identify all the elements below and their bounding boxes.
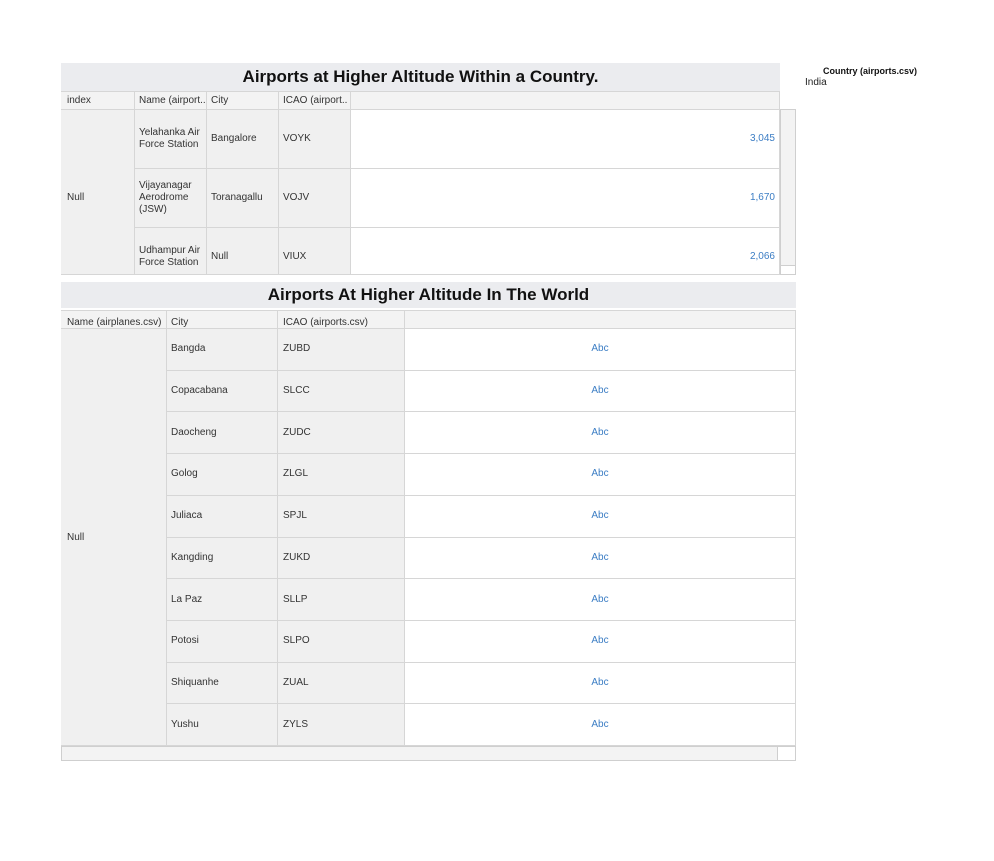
table2-cell-city: La Paz [171,593,203,605]
table2-cell-value[interactable]: Abc [405,662,795,704]
table2-cell-icao: ZUKD [283,551,311,563]
table2-cell-icao: ZUDC [283,426,311,438]
table1-cell-name: Vijayanagar Aerodrome (JSW) [139,179,192,215]
table1-header-city[interactable]: City [211,95,279,106]
table2-cell-city: Golog [171,468,198,480]
table1-vertical-scrollbar[interactable] [780,109,796,266]
table1-cell-icao: VIUX [283,251,307,262]
table2-cell-city: Shiquanhe [171,676,219,688]
table1-title: Airports at Higher Altitude Within a Cou… [61,63,780,91]
table2-cell-city: Kangding [171,551,214,563]
table2-cell-value[interactable]: Abc [405,495,795,537]
table1-cell-value[interactable]: 3,045 [351,109,775,168]
table2-cell-value[interactable]: Abc [405,328,795,370]
table2-title: Airports At Higher Altitude In The World [61,282,796,308]
table2: Name (airplanes.csv) City ICAO (airports… [61,310,796,746]
table2-cell-value[interactable]: Abc [405,620,795,662]
table2-horizontal-scrollbar[interactable] [61,746,778,761]
table2-cell-city: Bangda [171,343,206,355]
table2-cell-icao: SLCC [283,385,310,397]
table2-cell-city: Copacabana [171,385,228,397]
table1-header-index[interactable]: index [67,95,132,106]
table1: index Name (airport.. City ICAO (airport… [61,91,780,286]
table2-cell-value[interactable]: Abc [405,370,795,412]
table2-cell-icao: ZUAL [283,676,309,688]
table2-group-label: Null [67,532,85,543]
table2-cell-icao: ZUBD [283,343,311,355]
table2-cell-value[interactable]: Abc [405,703,795,745]
table2-cell-icao: SLLP [283,593,308,605]
table1-cell-name: Udhampur Air Force Station [139,244,201,268]
table2-cell-city: Yushu [171,718,199,730]
table2-cell-city: Juliaca [171,510,203,522]
table2-cell-icao: SLPO [283,635,310,647]
table2-cell-value[interactable]: Abc [405,578,795,620]
table1-cell-city: Null [211,251,229,262]
table2-cell-city: Daocheng [171,426,217,438]
table2-cell-value[interactable]: Abc [405,453,795,495]
table1-header-icao[interactable]: ICAO (airport.. [283,95,349,106]
table2-cell-value[interactable]: Abc [405,537,795,579]
table1-cell-value[interactable]: 1,670 [351,168,775,227]
table1-cell-city: Bangalore [211,133,257,144]
table2-header-name[interactable]: Name (airplanes.csv) [67,317,167,328]
table1-cell-value[interactable]: 2,066 [351,227,775,286]
filter-value-india[interactable]: India [805,77,945,88]
filter-card: Country (airports.csv) India [805,66,945,88]
table2-scroll-corner[interactable] [777,746,796,761]
table1-cell-city: Toranagallu [211,192,263,203]
table2-header-icao[interactable]: ICAO (airports.csv) [283,317,403,328]
table1-cell-icao: VOYK [283,133,311,144]
table2-cell-value[interactable]: Abc [405,411,795,453]
table2-cell-icao: ZYLS [283,718,309,730]
table2-cell-icao: SPJL [283,510,307,522]
table2-header-city[interactable]: City [171,317,271,328]
table1-header-name[interactable]: Name (airport.. [139,95,207,106]
filter-title: Country (airports.csv) [823,66,918,76]
table1-cell-icao: VOJV [283,192,310,203]
table2-cell-icao: ZLGL [283,468,309,480]
table2-cell-city: Potosi [171,635,199,647]
table1-cell-name: Yelahanka Air Force Station [139,126,200,150]
table1-scroll-corner[interactable] [780,265,796,275]
